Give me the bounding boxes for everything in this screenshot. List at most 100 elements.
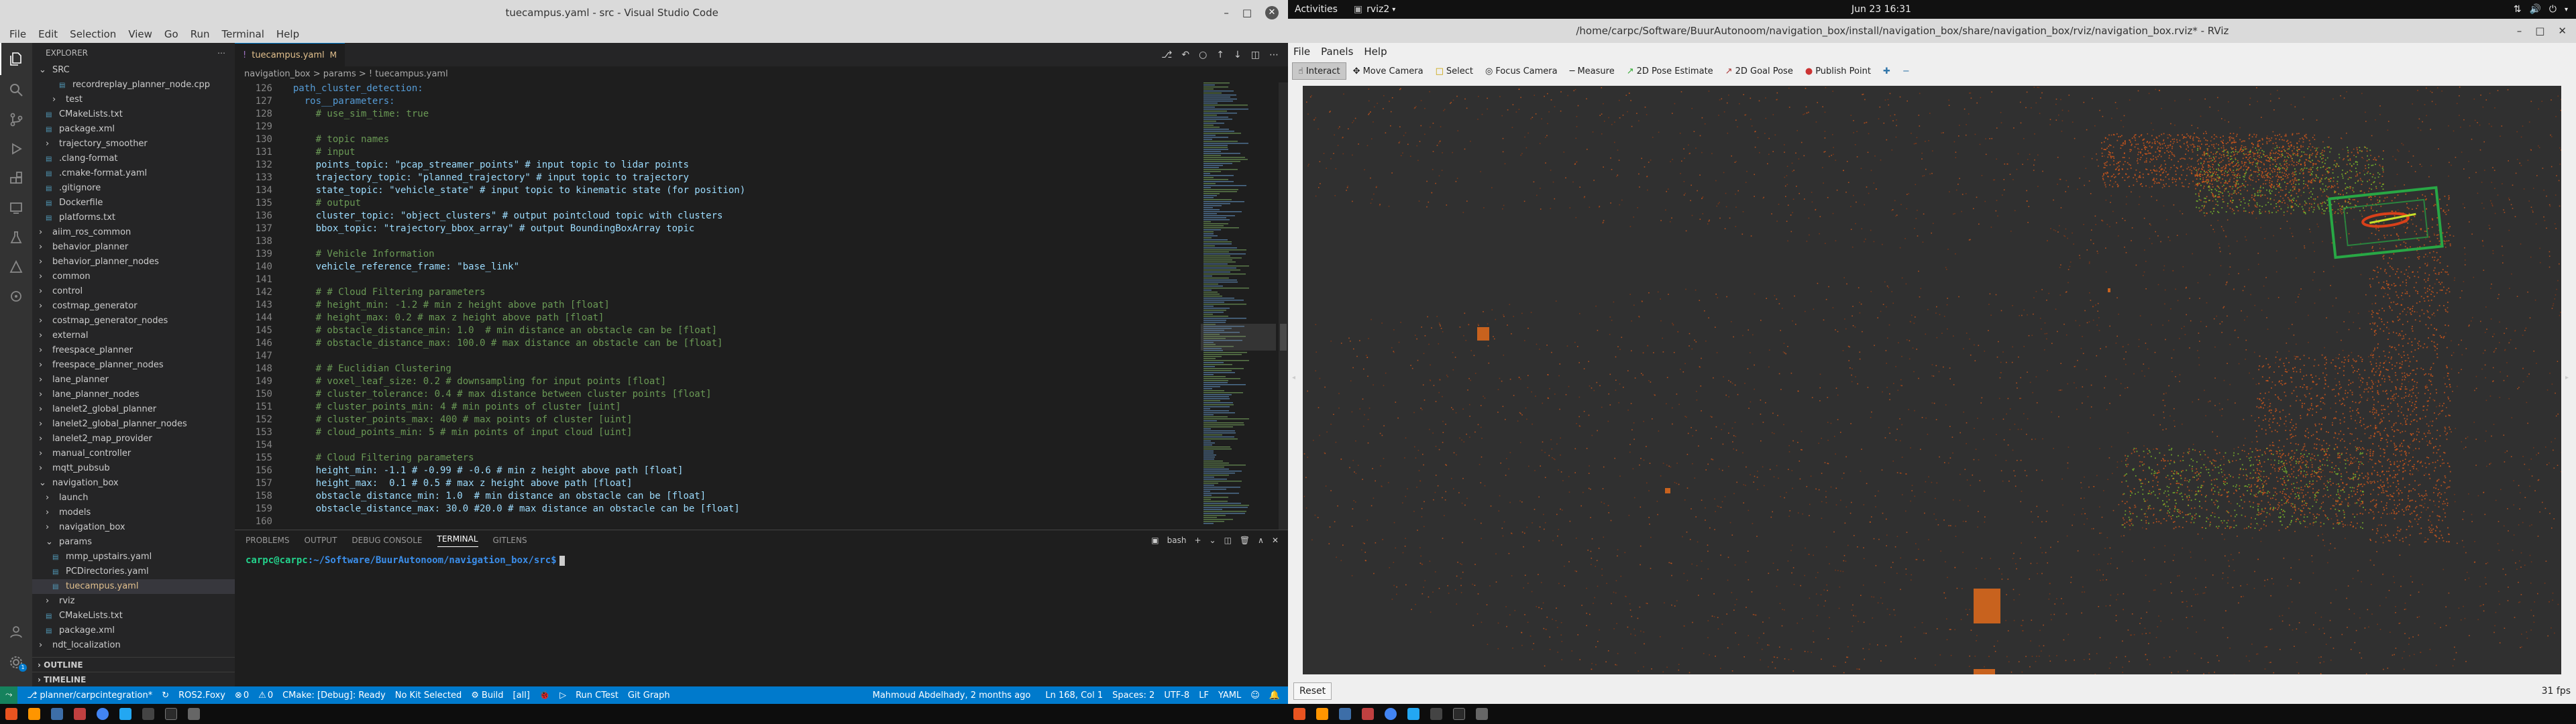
firefox-icon[interactable] [28,708,40,720]
end-of-line[interactable]: LF [1199,690,1209,701]
indentation[interactable]: Spaces: 2 [1112,690,1155,701]
split-terminal-icon[interactable]: ◫ [1224,536,1232,545]
tree-item[interactable]: ▤ package.xml [32,623,235,638]
tree-item[interactable]: › lanelet2_map_provider [32,432,235,446]
tree-item[interactable]: ▤ package.xml [32,122,235,137]
menu-edit[interactable]: Edit [38,28,58,40]
tree-item[interactable]: › freespace_planner_nodes [32,358,235,373]
source-control-icon[interactable] [0,105,32,134]
split-editor-icon[interactable]: ◫ [1251,50,1260,60]
tree-item[interactable]: › lane_planner_nodes [32,387,235,402]
ubuntu-launcher-icon-2[interactable] [1293,708,1305,720]
tool-interact[interactable]: ☝ Interact [1292,62,1346,80]
breadcrumb[interactable]: navigation_box > params > ! tuecampus.ya… [235,66,1288,82]
run-ctest-button[interactable]: Run CTest [576,690,619,701]
git-graph-button[interactable]: Git Graph [628,690,670,701]
testing-icon[interactable] [0,223,32,252]
menu-view[interactable]: View [128,28,152,40]
more-actions-icon[interactable]: ⋯ [217,48,225,58]
chrome-icon[interactable] [97,708,109,720]
tree-item[interactable]: ⌄ SRC [32,63,235,78]
warning-count[interactable]: 0 [268,690,273,701]
tree-item[interactable]: › freespace_planner [32,343,235,358]
tree-item[interactable]: › lane_planner [32,373,235,387]
tree-item[interactable]: ▤ CMakeLists.txt [32,107,235,122]
cmake-icon[interactable] [0,252,32,282]
tool-select[interactable]: □ Select [1430,62,1479,80]
terminal-icon-dock-2[interactable] [1430,708,1442,720]
tab-tuecampus-yaml[interactable]: ! tuecampus.yaml M [235,43,345,66]
tree-item[interactable]: › costmap_generator [32,299,235,314]
chrome-icon-2[interactable] [1385,708,1397,720]
rviz-close-icon[interactable]: ✕ [2558,25,2567,37]
maximize-icon[interactable]: □ [1242,7,1252,19]
app-menu-icon[interactable]: ▣ [1354,4,1362,15]
tab-problems[interactable]: PROBLEMS [246,536,290,545]
tree-item[interactable]: ⌄ params [32,535,235,550]
previous-change-icon[interactable]: ↑ [1216,50,1224,60]
menu-help[interactable]: Help [276,28,299,40]
build-target[interactable]: [all] [513,690,530,701]
tree-item[interactable]: ⌄ navigation_box [32,476,235,491]
files-icon-2[interactable] [1339,708,1351,720]
explorer-icon[interactable] [0,43,32,75]
app-icon-2[interactable] [1362,708,1374,720]
remote-indicator-icon[interactable]: ⤳ [0,686,18,704]
right-dock-expand-icon[interactable]: ▸ [2565,374,2569,381]
tree-item[interactable]: › manual_controller [32,446,235,461]
tree-item[interactable]: ▤ Dockerfile [32,196,235,210]
tree-item[interactable]: › trajectory_smoother [32,137,235,152]
ubuntu-launcher-icon[interactable] [5,708,17,720]
extensions-icon[interactable] [0,164,32,193]
encoding[interactable]: UTF-8 [1164,690,1189,701]
rviz-minimize-icon[interactable]: – [2517,25,2522,37]
clock[interactable]: Jun 23 16:31 [1851,4,1911,15]
tree-item[interactable]: › test [32,93,235,107]
git-branch[interactable]: planner/carpcintegration* [40,690,152,701]
firefox-icon-2[interactable] [1316,708,1328,720]
app-menu-arrow-icon[interactable]: ▾ [1392,6,1395,13]
editor-scrollbar[interactable] [1279,82,1288,530]
tree-item[interactable]: ▤ PCDirectories.yaml [32,564,235,579]
go-back-icon[interactable]: ↶ [1181,50,1189,60]
tool-2d-pose-estimate[interactable]: ↗ 2D Pose Estimate [1621,62,1719,80]
tree-item[interactable]: › common [32,269,235,284]
system-menu-arrow-icon[interactable]: ▾ [2565,6,2568,13]
tab-debug-console[interactable]: DEBUG CONSOLE [352,536,422,545]
menu-file[interactable]: File [9,28,26,40]
new-terminal-icon[interactable]: + [1194,536,1201,545]
build-button[interactable]: Build [482,690,504,701]
tree-item[interactable]: › models [32,505,235,520]
rviz-icon-2[interactable] [1453,708,1465,720]
close-icon[interactable]: ✕ [1265,6,1279,19]
notifications-icon[interactable]: 🔔 [1269,690,1280,701]
language-mode[interactable]: YAML [1218,690,1241,701]
activities-button[interactable]: Activities [1295,4,1338,15]
tree-item[interactable]: › lanelet2_global_planner [32,402,235,417]
tree-item[interactable]: ▤ recordreplay_planner_node.cpp [32,78,235,93]
point-cloud-view[interactable] [1303,86,2561,674]
tree-item[interactable]: › launch [32,491,235,505]
tree-item[interactable]: › aiim_ros_common [32,225,235,240]
next-change-icon[interactable]: ↓ [1234,50,1242,60]
tree-item[interactable]: ▤ tuecampus.yaml [32,579,235,594]
error-count[interactable]: 0 [244,690,249,701]
rviz-icon[interactable] [165,708,177,720]
kill-terminal-icon[interactable]: 🗑 [1240,536,1250,545]
ros-status[interactable]: ROS2.Foxy [178,690,225,701]
tree-item[interactable]: ▤ .cmake-format.yaml [32,166,235,181]
run-icon[interactable]: ▷ [559,690,566,701]
network-icon[interactable]: ⇅ [2514,4,2522,15]
rviz-maximize-icon[interactable]: □ [2535,25,2544,37]
terminal-shell-label[interactable]: bash [1167,536,1187,545]
remote-explorer-icon[interactable] [0,193,32,223]
tree-item[interactable]: › ndt_localization [32,638,235,653]
left-dock-expand-icon[interactable]: ◂ [1292,374,1295,381]
3d-viewport[interactable] [1303,86,2561,674]
tree-item[interactable]: › external [32,328,235,343]
terminal-icon-dock[interactable] [142,708,154,720]
menu-selection[interactable]: Selection [70,28,116,40]
source-control-action-icon[interactable]: ⎇ [1161,50,1172,60]
tool-publish-point[interactable]: ● Publish Point [1800,62,1876,80]
tree-item[interactable]: › mqtt_pubsub [32,461,235,476]
